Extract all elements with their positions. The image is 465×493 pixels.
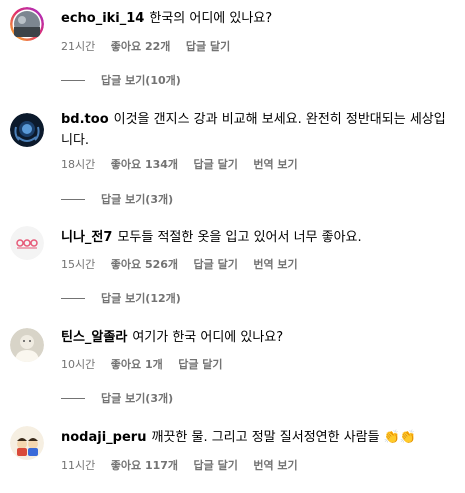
- username[interactable]: bd.too: [61, 112, 109, 127]
- translate-button[interactable]: 번역 보기: [253, 258, 297, 271]
- comment-text-line: nodaji_peru 깨끗한 물. 그리고 정말 질서정연한 사람들 👏👏: [61, 427, 453, 448]
- avatar[interactable]: [10, 426, 44, 460]
- divider-dash: [61, 198, 85, 200]
- comment-meta: 15시간 좋아요 526개 답글 달기 번역 보기: [61, 256, 298, 272]
- view-replies-label: 답글 보기(3개): [101, 193, 174, 206]
- likes-count[interactable]: 좋아요 1개: [111, 358, 163, 371]
- view-replies-label: 답글 보기(3개): [101, 392, 174, 405]
- comment-text: 한국의 어디에 있나요?: [149, 11, 273, 26]
- username[interactable]: nodaji_peru: [61, 430, 146, 445]
- view-replies-label: 답글 보기(10개): [101, 74, 181, 87]
- avatar[interactable]: [10, 328, 44, 362]
- comment-text-line: echo_iki_14 한국의 어디에 있나요?: [61, 8, 453, 29]
- comment-text-line: bd.too 이것을 갠지스 강과 비교해 보세요. 완전히 정반대되는 세상입니…: [61, 109, 453, 151]
- comment-meta: 11시간 좋아요 117개 답글 달기 번역 보기: [61, 457, 298, 473]
- reply-button[interactable]: 답글 달기: [194, 258, 238, 271]
- reply-button[interactable]: 답글 달기: [186, 40, 230, 53]
- reply-button[interactable]: 답글 달기: [194, 158, 238, 171]
- comment-text: 여기가 한국 어디에 있나요?: [132, 330, 284, 345]
- view-replies-button[interactable]: 답글 보기(3개): [61, 390, 173, 406]
- divider-dash: [61, 79, 85, 81]
- reply-button[interactable]: 답글 달기: [194, 459, 238, 472]
- translate-button[interactable]: 번역 보기: [253, 459, 297, 472]
- avatar[interactable]: [10, 113, 44, 147]
- likes-count[interactable]: 좋아요 22개: [111, 40, 171, 53]
- likes-count[interactable]: 좋아요 117개: [111, 459, 178, 472]
- divider-dash: [61, 297, 85, 299]
- timestamp[interactable]: 18시간: [61, 158, 95, 171]
- comment-text: 깨끗한 물. 그리고 정말 질서정연한 사람들 👏👏: [151, 430, 417, 445]
- comment-text: 이것을 갠지스 강과 비교해 보세요. 완전히 정반대되는 세상입니다.: [61, 112, 446, 148]
- avatar[interactable]: [10, 226, 44, 260]
- reply-button[interactable]: 답글 달기: [178, 358, 222, 371]
- avatar[interactable]: [10, 7, 44, 41]
- timestamp[interactable]: 21시간: [61, 40, 95, 53]
- likes-count[interactable]: 좋아요 526개: [111, 258, 178, 271]
- view-replies-button[interactable]: 답글 보기(12개): [61, 290, 181, 306]
- comment-meta: 21시간 좋아요 22개 답글 달기: [61, 38, 230, 54]
- divider-dash: [61, 397, 85, 399]
- translate-button[interactable]: 번역 보기: [253, 158, 297, 171]
- username[interactable]: echo_iki_14: [61, 11, 144, 26]
- username[interactable]: 니나_전7: [61, 230, 112, 245]
- timestamp[interactable]: 15시간: [61, 258, 95, 271]
- username[interactable]: 틴스_알졸라: [61, 330, 127, 345]
- comment-text-line: 니나_전7 모두들 적절한 옷을 입고 있어서 너무 좋아요.: [61, 227, 453, 248]
- likes-count[interactable]: 좋아요 134개: [111, 158, 178, 171]
- comment-text: 모두들 적절한 옷을 입고 있어서 너무 좋아요.: [117, 230, 362, 245]
- comment-text-line: 틴스_알졸라 여기가 한국 어디에 있나요?: [61, 327, 453, 348]
- view-replies-label: 답글 보기(12개): [101, 292, 181, 305]
- timestamp[interactable]: 11시간: [61, 459, 95, 472]
- view-replies-button[interactable]: 답글 보기(10개): [61, 72, 181, 88]
- comment-meta: 18시간 좋아요 134개 답글 달기 번역 보기: [61, 156, 298, 172]
- timestamp[interactable]: 10시간: [61, 358, 95, 371]
- view-replies-button[interactable]: 답글 보기(3개): [61, 191, 173, 207]
- comment-meta: 10시간 좋아요 1개 답글 달기: [61, 356, 223, 372]
